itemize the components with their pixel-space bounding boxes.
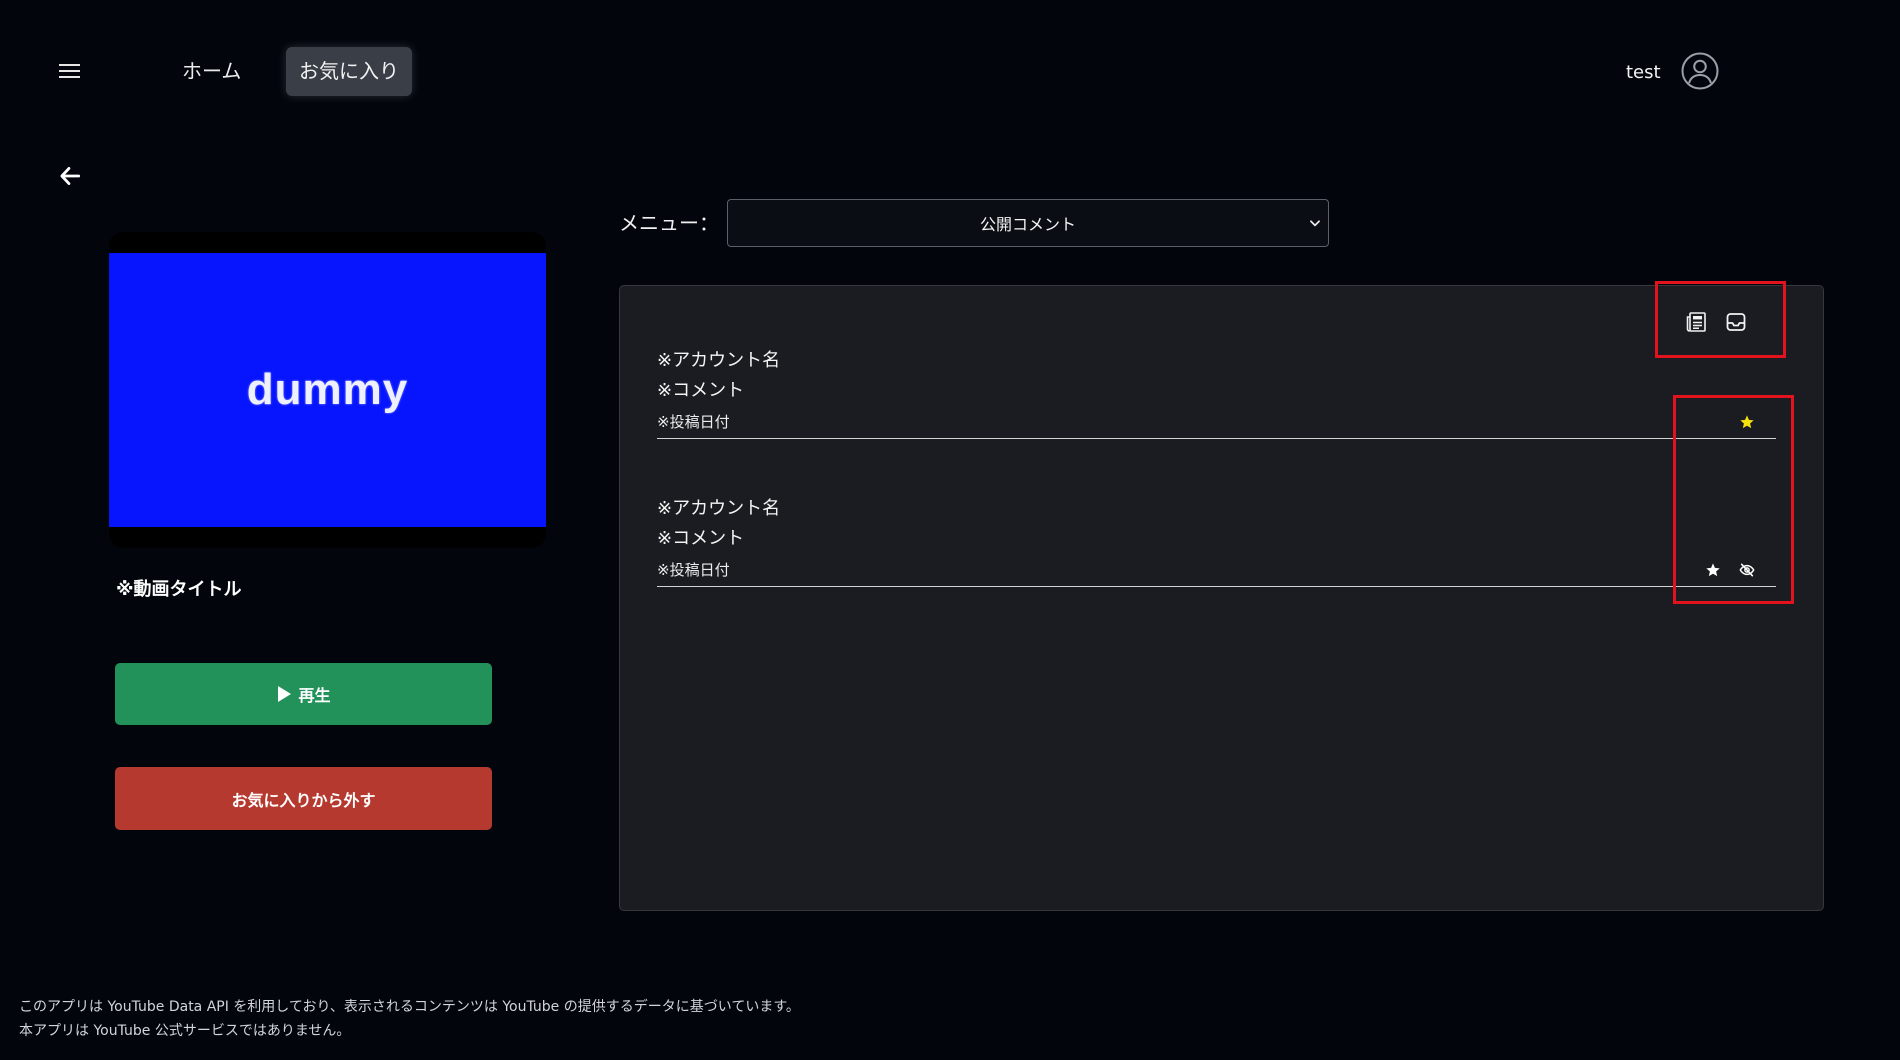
menu-select-value: 公開コメント [979, 215, 1076, 234]
menu-select[interactable]: 公開コメント [727, 199, 1329, 247]
username: test [1626, 62, 1661, 83]
play-icon [278, 686, 292, 702]
comment-date: ※投稿日付 [657, 561, 730, 579]
chevron-down-icon [1308, 216, 1322, 230]
comment-account-name: ※アカウント名 [657, 498, 781, 519]
user-circle-icon [1681, 52, 1719, 90]
play-button[interactable]: 再生 [115, 663, 492, 725]
thumbnail-text: dummy [246, 365, 409, 414]
newspaper-icon [1686, 312, 1706, 332]
video-title: ※動画タイトル [116, 579, 242, 600]
comment-text: ※コメント [657, 528, 745, 549]
comment-item: ※アカウント名 ※コメント ※投稿日付 [657, 349, 1776, 439]
footer-disclaimer-line1: このアプリは YouTube Data API を利用しており、表示されるコンテ… [19, 999, 800, 1015]
menu-label: メニュー： [619, 211, 719, 235]
star-icon [1706, 563, 1720, 577]
hide-comment-button[interactable] [1739, 562, 1755, 578]
inbox-button[interactable] [1724, 310, 1748, 334]
favorite-toggle-button[interactable] [1705, 562, 1721, 578]
eye-slash-icon [1739, 563, 1755, 577]
comment-text: ※コメント [657, 380, 745, 401]
remove-favorite-label: お気に入りから外す [231, 790, 376, 810]
video-thumbnail: dummy [109, 253, 546, 527]
comments-panel: ※アカウント名 ※コメント ※投稿日付 ※アカウント名 ※コメント ※投稿日付 [619, 281, 1824, 911]
nav-favorites-link[interactable]: お気に入り [286, 47, 412, 96]
avatar-button[interactable] [1680, 51, 1720, 91]
remove-favorite-button[interactable]: お気に入りから外す [115, 767, 492, 830]
newspaper-button[interactable] [1684, 310, 1708, 334]
play-button-label: 再生 [298, 686, 331, 705]
comment-date: ※投稿日付 [657, 413, 730, 431]
hamburger-menu-button[interactable] [59, 60, 80, 82]
nav-home-link[interactable]: ホーム [182, 56, 241, 86]
star-icon [1740, 415, 1754, 429]
comment-item: ※アカウント名 ※コメント ※投稿日付 [657, 497, 1776, 587]
comment-account-name: ※アカウント名 [657, 350, 781, 371]
back-button[interactable] [57, 163, 83, 189]
favorite-toggle-button[interactable] [1739, 414, 1755, 430]
annotation-box [1655, 281, 1786, 358]
arrow-left-icon [60, 167, 81, 185]
inbox-icon [1726, 313, 1746, 331]
footer-disclaimer-line2: 本アプリは YouTube 公式サービスではありません。 [19, 1023, 351, 1039]
video-thumbnail-card[interactable]: dummy [109, 232, 546, 548]
hamburger-icon [59, 64, 80, 78]
